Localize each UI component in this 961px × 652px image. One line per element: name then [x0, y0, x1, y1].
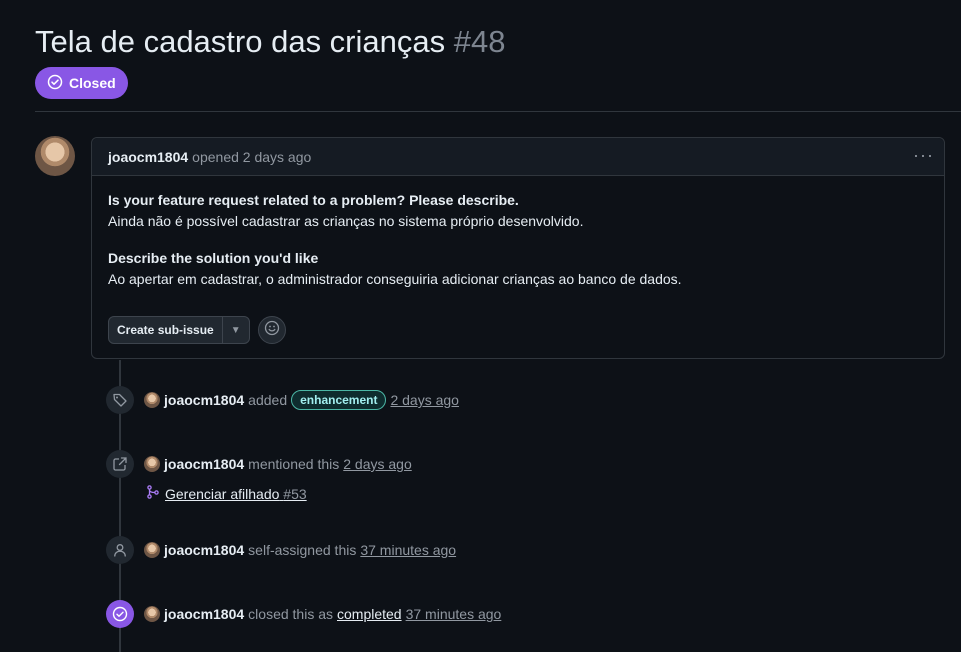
referenced-pr-title[interactable]: Gerenciar afilhado	[165, 486, 279, 502]
create-sub-issue-group: Create sub-issue ▼	[108, 316, 250, 344]
avatar[interactable]	[144, 456, 160, 472]
check-circle-icon	[106, 600, 134, 628]
event-action: closed this as	[248, 606, 333, 622]
event-time-link[interactable]: 37 minutes ago	[406, 606, 502, 622]
referenced-pull-request: Gerenciar afilhado #53	[145, 484, 307, 503]
timeline-event-closed: joaocm1804 closed this as completed 37 m…	[106, 600, 501, 628]
issue-comment: joaocm1804 opened 2 days ago ··· Is your…	[91, 137, 945, 359]
comment-actions: Create sub-issue ▼	[108, 316, 286, 344]
avatar[interactable]	[144, 606, 160, 622]
event-time-link[interactable]: 2 days ago	[343, 456, 412, 472]
add-reaction-button[interactable]	[257, 316, 286, 344]
timeline-event-assigned: joaocm1804 self-assigned this 37 minutes…	[106, 536, 456, 564]
comment-text-problem: Ainda não é possível cadastrar as crianç…	[108, 213, 584, 229]
event-user[interactable]: joaocm1804	[164, 542, 244, 558]
check-circle-icon	[47, 74, 63, 93]
status-label: Closed	[69, 75, 116, 91]
person-icon	[106, 536, 134, 564]
event-action: mentioned this	[248, 456, 340, 472]
chevron-down-icon[interactable]: ▼	[223, 317, 249, 343]
status-badge: Closed	[35, 67, 128, 99]
avatar[interactable]	[144, 542, 160, 558]
header-divider	[35, 111, 961, 112]
timeline-event-mentioned: joaocm1804 mentioned this 2 days ago	[106, 450, 412, 478]
event-user[interactable]: joaocm1804	[164, 392, 244, 408]
comment-text-solution: Ao apertar em cadastrar, o administrador…	[108, 271, 682, 287]
tag-icon	[106, 386, 134, 414]
comment-heading-problem: Is your feature request related to a pro…	[108, 192, 519, 208]
event-action: self-assigned this	[248, 542, 357, 558]
issue-title-text: Tela de cadastro das crianças	[35, 24, 446, 59]
comment-heading-solution: Describe the solution you'd like	[108, 250, 319, 266]
event-time-link[interactable]: 2 days ago	[390, 392, 459, 408]
cross-reference-icon	[106, 450, 134, 478]
avatar[interactable]	[144, 392, 160, 408]
close-reason-link[interactable]: completed	[337, 606, 402, 622]
event-action: added	[248, 392, 288, 408]
kebab-menu-icon[interactable]: ···	[913, 146, 934, 164]
comment-header: joaocm1804 opened 2 days ago ···	[92, 138, 944, 176]
event-user[interactable]: joaocm1804	[164, 606, 244, 622]
comment-meta[interactable]: opened 2 days ago	[192, 149, 311, 165]
smiley-icon	[264, 320, 280, 341]
create-sub-issue-button[interactable]: Create sub-issue	[109, 317, 223, 343]
comment-author[interactable]: joaocm1804	[108, 149, 188, 165]
comment-body: Is your feature request related to a pro…	[92, 176, 944, 290]
referenced-pr-number[interactable]: #53	[283, 486, 306, 502]
avatar[interactable]	[35, 136, 75, 176]
referenced-pr-link[interactable]: Gerenciar afilhado #53	[165, 486, 307, 502]
event-user[interactable]: joaocm1804	[164, 456, 244, 472]
timeline-event-labeled: joaocm1804 added enhancement 2 days ago	[106, 386, 459, 414]
event-time-link[interactable]: 37 minutes ago	[360, 542, 456, 558]
issue-title: Tela de cadastro das crianças #48	[35, 22, 505, 62]
git-merge-icon	[145, 484, 161, 503]
issue-number: #48	[453, 24, 506, 59]
label-enhancement[interactable]: enhancement	[291, 390, 387, 410]
